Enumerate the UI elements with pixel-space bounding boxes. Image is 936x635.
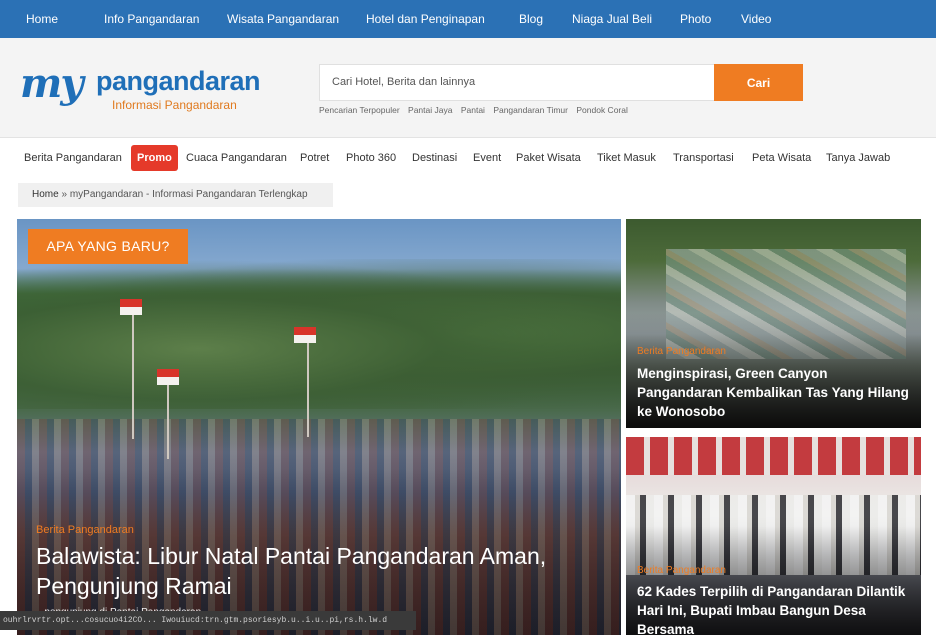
card-title[interactable]: Menginspirasi, Green Canyon Pangandaran … [637,364,912,421]
flag-pole [307,327,309,437]
category-paket-wisata[interactable]: Paket Wisata [516,145,581,171]
popular-search-link[interactable]: Pantai Jaya [408,105,452,115]
whats-new-badge: APA YANG BARU? [28,229,188,264]
hero-image-trees [17,259,621,409]
logo-name-text: pangandaran [96,66,261,96]
category-destinasi[interactable]: Destinasi [412,145,457,171]
category-tanya-jawab[interactable]: Tanya Jawab [826,145,890,171]
card-category-tag[interactable]: Berita Pangandaran [637,346,726,357]
category-promo[interactable]: Promo [131,145,178,171]
breadcrumb-separator: » [61,189,68,200]
topnav-wisata-pangandaran[interactable]: Wisata Pangandaran [227,12,366,26]
logo-my-text: my [20,60,84,107]
card-category-tag[interactable]: Berita Pangandaran [637,565,726,576]
topnav-niaga-jual-beli[interactable]: Niaga Jual Beli [572,12,680,26]
topnav-info-pangandaran[interactable]: Info Pangandaran [104,12,227,26]
hero-article[interactable]: APA YANG BARU? Berita Pangandaran Balawi… [17,219,621,635]
topnav-photo[interactable]: Photo [680,12,741,26]
breadcrumb-current: myPangandaran - Informasi Pangandaran Te… [69,189,308,200]
logo-tagline: Informasi Pangandaran [112,98,237,112]
flag-icon [157,369,179,385]
popular-search-label: Pencarian Terpopuler [319,105,400,115]
topnav-hotel-penginapan[interactable]: Hotel dan Penginapan [366,12,519,26]
search-button[interactable]: Cari [714,64,803,101]
category-transportasi[interactable]: Transportasi [673,145,734,171]
category-event[interactable]: Event [473,145,501,171]
category-berita-pangandaran[interactable]: Berita Pangandaran [24,145,122,171]
hero-title[interactable]: Balawista: Libur Natal Pantai Pangandara… [36,541,616,601]
hero-category-tag[interactable]: Berita Pangandaran [36,524,134,536]
popular-search-link[interactable]: Pangandaran Timur [493,105,568,115]
top-navigation: Home Info Pangandaran Wisata Pangandaran… [0,0,936,38]
category-tiket-masuk[interactable]: Tiket Masuk [597,145,656,171]
breadcrumb-home[interactable]: Home [32,189,59,200]
site-header: my pangandaran Informasi Pangandaran Car… [0,38,936,138]
category-cuaca-pangandaran[interactable]: Cuaca Pangandaran [186,145,287,171]
news-card[interactable]: Berita Pangandaran Menginspirasi, Green … [626,219,921,428]
popular-search-link[interactable]: Pantai [461,105,485,115]
card-title[interactable]: 62 Kades Terpilih di Pangandaran Dilanti… [637,582,912,635]
flag-pole [132,299,134,439]
topnav-video[interactable]: Video [741,12,801,26]
topnav-blog[interactable]: Blog [519,12,572,26]
browser-status-bar: ouhrlrvrtr.opt...cosucuo4i2CO... Iwouiuc… [0,611,416,630]
news-card[interactable]: Berita Pangandaran 62 Kades Terpilih di … [626,437,921,635]
search-input[interactable]: Cari Hotel, Berita dan lainnya [319,64,715,101]
popular-searches: Pencarian Terpopuler Pantai Jaya Pantai … [319,105,634,115]
flag-icon [294,327,316,343]
category-photo-360[interactable]: Photo 360 [346,145,396,171]
category-potret[interactable]: Potret [300,145,329,171]
site-logo[interactable]: my pangandaran Informasi Pangandaran [20,58,261,118]
flag-icon [120,299,142,315]
category-navigation: Berita Pangandaran Promo Cuaca Pangandar… [0,141,936,175]
category-peta-wisata[interactable]: Peta Wisata [752,145,811,171]
topnav-home[interactable]: Home [26,12,104,26]
popular-search-link[interactable]: Pondok Coral [576,105,628,115]
breadcrumb: Home » myPangandaran - Informasi Pangand… [18,183,333,207]
